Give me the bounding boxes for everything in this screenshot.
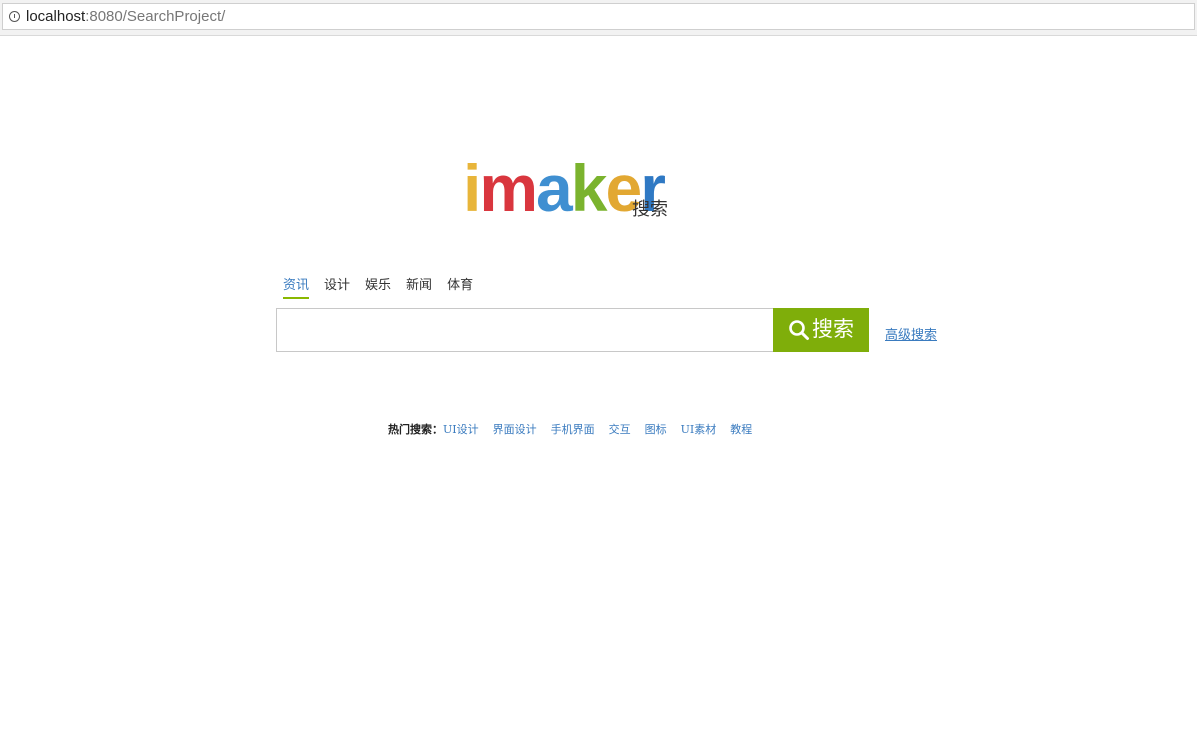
- search-input[interactable]: [276, 308, 774, 352]
- logo-letter: i: [463, 151, 481, 225]
- advanced-search-link[interactable]: 高级搜索: [885, 324, 937, 343]
- logo-letter: m: [479, 151, 538, 225]
- url-path: :8080/SearchProject/: [85, 8, 226, 25]
- tab-2[interactable]: 娱乐: [365, 277, 391, 299]
- hot-searches: 热门搜索： UI设计 界面设计 手机界面 交互 图标 UI素材 教程: [388, 421, 766, 437]
- tab-3[interactable]: 新闻: [406, 277, 432, 299]
- tab-1[interactable]: 设计: [324, 277, 350, 299]
- logo-letter: a: [536, 151, 573, 225]
- logo: imaker 搜索: [430, 151, 680, 228]
- category-tabs: 资讯 设计 娱乐 新闻 体育: [283, 277, 473, 299]
- tab-4[interactable]: 体育: [447, 277, 473, 299]
- search-button[interactable]: 搜索: [773, 308, 869, 352]
- browser-toolbar: localhost:8080/SearchProject/: [0, 0, 1197, 36]
- search-icon: [789, 320, 809, 340]
- hot-search-link[interactable]: UI设计: [443, 421, 479, 437]
- url-text[interactable]: localhost:8080/SearchProject/: [26, 8, 225, 25]
- tab-0[interactable]: 资讯: [283, 277, 310, 299]
- hot-search-link[interactable]: 教程: [730, 421, 752, 437]
- hot-searches-label: 热门搜索：: [388, 423, 443, 436]
- hot-search-link[interactable]: UI素材: [681, 421, 717, 437]
- logo-letter: k: [570, 151, 608, 225]
- url-host: localhost: [26, 8, 86, 25]
- info-icon[interactable]: [9, 11, 20, 22]
- logo-subtitle: 搜索: [632, 199, 668, 220]
- address-bar[interactable]: localhost:8080/SearchProject/: [2, 3, 1195, 30]
- hot-search-link[interactable]: 交互: [609, 421, 631, 437]
- hot-search-link[interactable]: 手机界面: [551, 421, 595, 437]
- hot-search-link[interactable]: 界面设计: [493, 421, 537, 437]
- search-button-label: 搜索: [812, 318, 854, 341]
- hot-search-link[interactable]: 图标: [645, 421, 667, 437]
